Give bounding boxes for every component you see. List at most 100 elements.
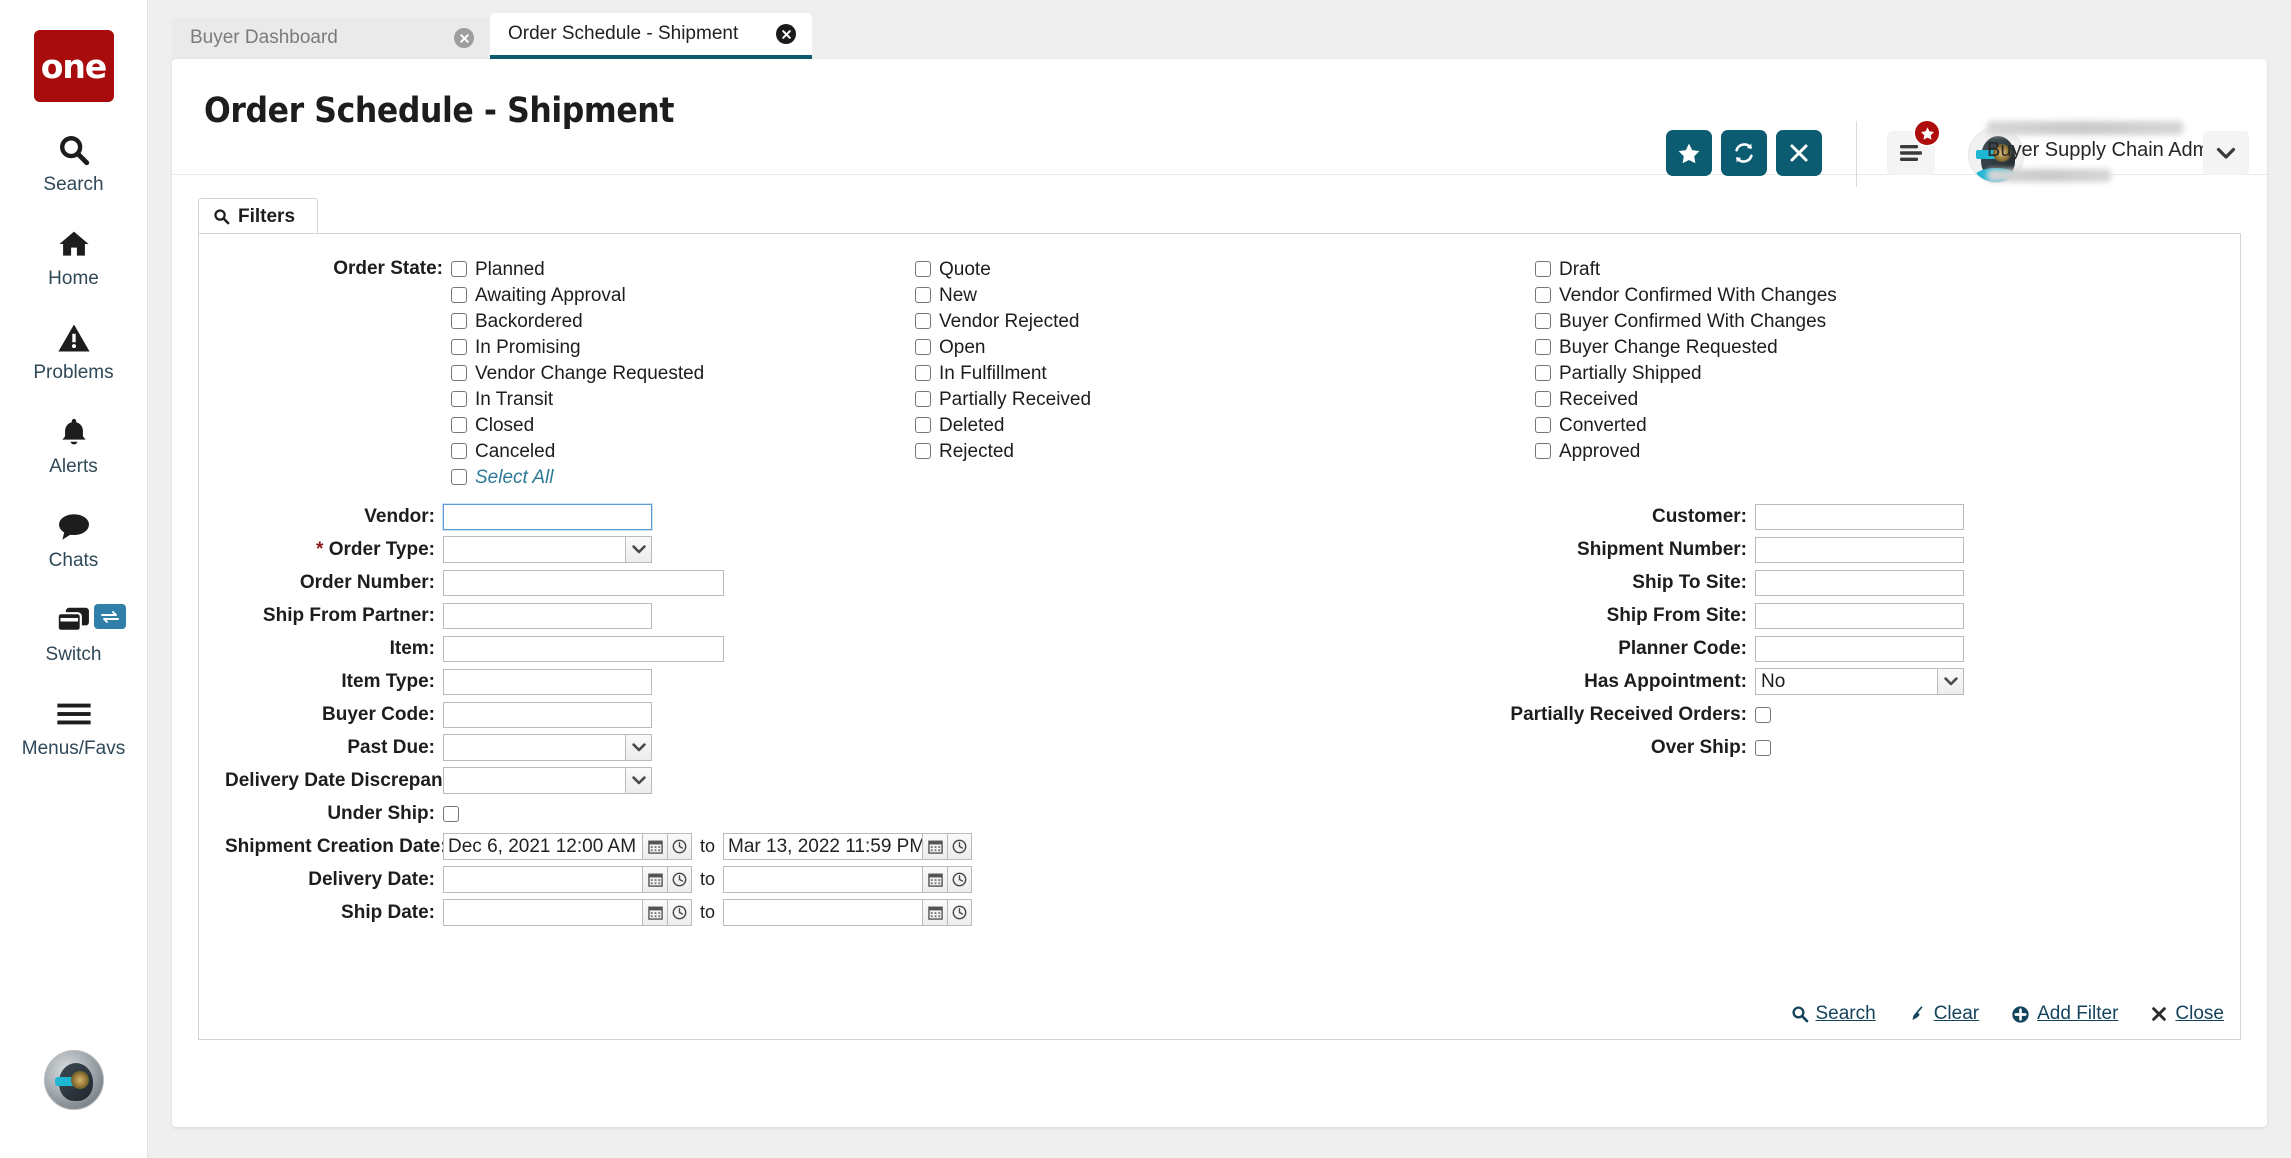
clock-icon[interactable] bbox=[667, 833, 692, 860]
rail-item-menus-favs[interactable]: Menus/Favs bbox=[0, 692, 148, 760]
order-type-select[interactable] bbox=[443, 536, 652, 563]
rail-item-search[interactable]: Search bbox=[0, 128, 148, 196]
checkbox-box[interactable] bbox=[915, 261, 931, 277]
vendor-input[interactable] bbox=[442, 502, 653, 531]
switch-toggle-badge[interactable] bbox=[93, 604, 126, 629]
calendar-icon[interactable] bbox=[922, 833, 948, 860]
rail-item-problems[interactable]: Problems bbox=[0, 316, 148, 384]
checkbox-buyer-change-requested[interactable]: Buyer Change Requested bbox=[1535, 334, 2175, 360]
checkbox-partially-shipped[interactable]: Partially Shipped bbox=[1535, 360, 2175, 386]
rail-item-alerts[interactable]: Alerts bbox=[0, 410, 148, 478]
tab-order-schedule-shipment[interactable]: Order Schedule - Shipment bbox=[490, 13, 812, 59]
delivery-date-to[interactable] bbox=[723, 866, 973, 893]
checkbox-converted[interactable]: Converted bbox=[1535, 412, 2175, 438]
checkbox-box[interactable] bbox=[1535, 313, 1551, 329]
delivery-date-from-value[interactable] bbox=[443, 866, 642, 893]
over-ship-checkbox[interactable] bbox=[1755, 739, 1771, 756]
checkbox-awaiting-approval[interactable]: Awaiting Approval bbox=[451, 282, 915, 308]
ship-date-to[interactable] bbox=[723, 899, 973, 926]
checkbox-box[interactable] bbox=[915, 391, 931, 407]
delivery-date-to-value[interactable] bbox=[723, 866, 923, 893]
close-icon[interactable] bbox=[454, 28, 474, 48]
ship-date-from-value[interactable] bbox=[443, 899, 642, 926]
brand-logo[interactable]: one bbox=[33, 30, 114, 102]
has-appointment-select[interactable]: No bbox=[1755, 668, 1964, 695]
checkbox-box[interactable] bbox=[1535, 417, 1551, 433]
checkbox-new[interactable]: New bbox=[915, 282, 1535, 308]
shipment-creation-date-to-value[interactable]: Mar 13, 2022 11:59 PM EDT bbox=[723, 833, 923, 860]
calendar-icon[interactable] bbox=[642, 833, 667, 860]
item-type-input[interactable] bbox=[443, 668, 652, 695]
ship-from-partner-input[interactable] bbox=[443, 602, 652, 629]
checkbox-canceled[interactable]: Canceled bbox=[451, 438, 915, 464]
rail-item-home[interactable]: Home bbox=[0, 222, 148, 290]
checkbox-box[interactable] bbox=[451, 365, 467, 381]
delivery-date-discrepancy-select[interactable] bbox=[443, 767, 652, 794]
ship-to-site-input[interactable] bbox=[1755, 569, 1964, 596]
checkbox-planned[interactable]: Planned bbox=[451, 256, 915, 282]
item-input[interactable] bbox=[443, 635, 724, 662]
checkbox-open[interactable]: Open bbox=[915, 334, 1535, 360]
search-link[interactable]: Search bbox=[1791, 1003, 1876, 1025]
checkbox-quote[interactable]: Quote bbox=[915, 256, 1535, 282]
checkbox-box[interactable] bbox=[1535, 365, 1551, 381]
close-link[interactable]: Close bbox=[2150, 1003, 2224, 1025]
checkbox-in-fulfillment[interactable]: In Fulfillment bbox=[915, 360, 1535, 386]
checkbox-box[interactable] bbox=[1535, 339, 1551, 355]
past-due-select[interactable] bbox=[443, 734, 652, 761]
checkbox-box[interactable] bbox=[1535, 261, 1551, 277]
checkbox-box[interactable] bbox=[451, 443, 467, 459]
checkbox-box[interactable] bbox=[451, 417, 467, 433]
calendar-icon[interactable] bbox=[922, 899, 948, 926]
checkbox-draft[interactable]: Draft bbox=[1535, 256, 2175, 282]
checkbox-partially-received[interactable]: Partially Received bbox=[915, 386, 1535, 412]
refresh-button[interactable] bbox=[1721, 130, 1767, 176]
shipment-creation-date-to[interactable]: Mar 13, 2022 11:59 PM EDT bbox=[723, 833, 973, 860]
partially-received-orders-checkbox[interactable] bbox=[1755, 706, 1771, 723]
calendar-icon[interactable] bbox=[922, 866, 948, 893]
checkbox-box[interactable] bbox=[451, 339, 467, 355]
calendar-icon[interactable] bbox=[642, 899, 667, 926]
clock-icon[interactable] bbox=[947, 866, 973, 893]
select-all-label[interactable]: Select All bbox=[475, 468, 554, 487]
clear-link[interactable]: Clear bbox=[1908, 1003, 1979, 1025]
chevron-down-icon[interactable] bbox=[1937, 668, 1964, 695]
order-type-select-value[interactable] bbox=[443, 536, 625, 563]
checkbox-vendor-rejected[interactable]: Vendor Rejected bbox=[915, 308, 1535, 334]
rail-item-chats[interactable]: Chats bbox=[0, 504, 148, 572]
clock-icon[interactable] bbox=[947, 833, 973, 860]
shipment-number-input[interactable] bbox=[1755, 536, 1964, 563]
tab-filters[interactable]: Filters bbox=[198, 198, 319, 234]
checkbox-deleted[interactable]: Deleted bbox=[915, 412, 1535, 438]
chevron-down-icon[interactable] bbox=[625, 536, 652, 563]
checkbox-box[interactable] bbox=[451, 391, 467, 407]
checkbox-box[interactable] bbox=[1535, 443, 1551, 459]
tab-buyer-dashboard[interactable]: Buyer Dashboard bbox=[172, 17, 490, 59]
checkbox-approved[interactable]: Approved bbox=[1535, 438, 2175, 464]
checkbox-select-all[interactable]: Select All bbox=[451, 464, 915, 490]
checkbox-box[interactable] bbox=[451, 313, 467, 329]
checkbox-received[interactable]: Received bbox=[1535, 386, 2175, 412]
delivery-date-discrepancy-select-value[interactable] bbox=[443, 767, 625, 794]
has-appointment-select-value[interactable]: No bbox=[1755, 668, 1937, 695]
checkbox-box[interactable] bbox=[915, 417, 931, 433]
checkbox-backordered[interactable]: Backordered bbox=[451, 308, 915, 334]
chevron-down-icon[interactable] bbox=[625, 734, 652, 761]
ship-date-to-value[interactable] bbox=[723, 899, 923, 926]
shipment-creation-date-from-value[interactable]: Dec 6, 2021 12:00 AM EST bbox=[443, 833, 642, 860]
ship-from-site-input[interactable] bbox=[1755, 602, 1964, 629]
delivery-date-from[interactable] bbox=[443, 866, 692, 893]
buyer-code-input[interactable] bbox=[443, 701, 652, 728]
under-ship-checkbox[interactable] bbox=[443, 805, 459, 822]
checkbox-buyer-confirmed-with-changes[interactable]: Buyer Confirmed With Changes bbox=[1535, 308, 2175, 334]
rail-avatar[interactable] bbox=[44, 1050, 104, 1110]
checkbox-box[interactable] bbox=[451, 469, 467, 485]
checkbox-box[interactable] bbox=[451, 261, 467, 277]
order-number-input[interactable] bbox=[443, 569, 724, 596]
checkbox-in-transit[interactable]: In Transit bbox=[451, 386, 915, 412]
shipment-creation-date-from[interactable]: Dec 6, 2021 12:00 AM EST bbox=[443, 833, 692, 860]
add-filter-link[interactable]: Add Filter bbox=[2011, 1003, 2118, 1025]
checkbox-vendor-confirmed-with-changes[interactable]: Vendor Confirmed With Changes bbox=[1535, 282, 2175, 308]
checkbox-box[interactable] bbox=[915, 313, 931, 329]
clock-icon[interactable] bbox=[667, 899, 692, 926]
